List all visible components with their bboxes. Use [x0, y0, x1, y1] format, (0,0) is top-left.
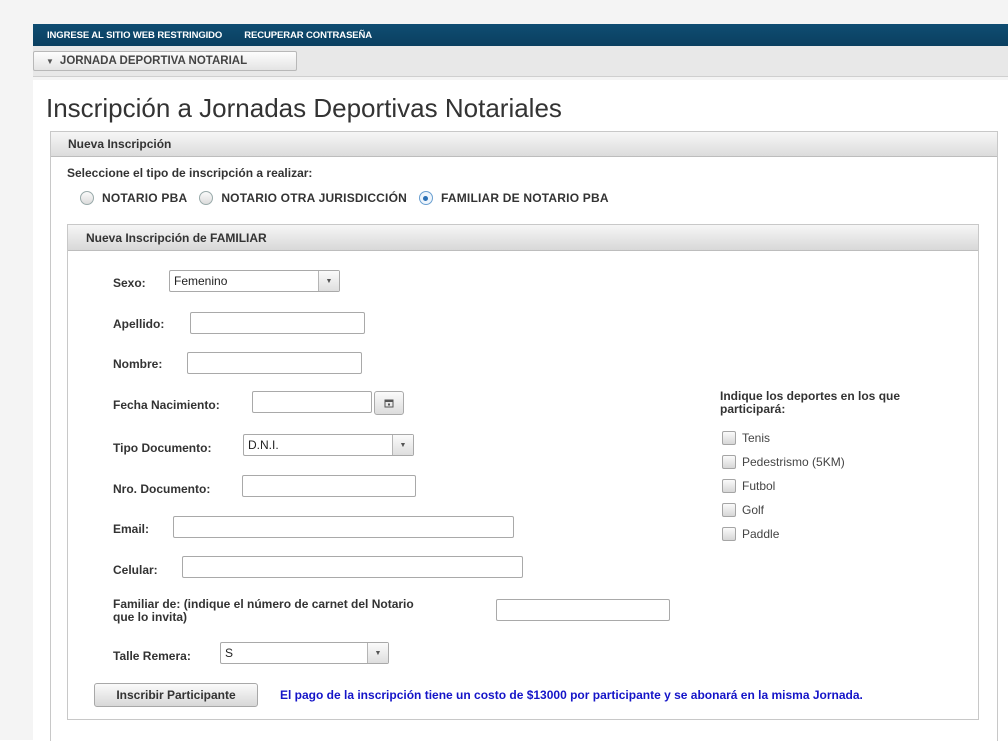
section-menu-label: JORNADA DEPORTIVA NOTARIAL [59, 55, 248, 67]
sport-checkbox[interactable] [722, 455, 736, 469]
carnet-notario-input[interactable] [496, 599, 670, 621]
chevron-down-icon[interactable]: ▼ [367, 643, 388, 663]
familiar-de-label: Familiar de: (indique el número de carne… [113, 598, 414, 624]
registration-type-prompt: Seleccione el tipo de inscripción a real… [67, 166, 313, 180]
inscribir-participante-button[interactable]: Inscribir Participante [94, 683, 258, 707]
familiar-de-label-line-2: que lo invita) [113, 610, 188, 624]
tipo-documento-label: Tipo Documento: [113, 441, 212, 455]
page-title: Inscripción a Jornadas Deportivas Notari… [46, 93, 562, 123]
payment-note: El pago de la inscripción tiene un costo… [280, 688, 863, 702]
sport-option-pedestrismo[interactable]: Pedestrismo (5KM) [722, 455, 845, 469]
nombre-label: Nombre: [113, 357, 163, 371]
email-label: Email: [113, 522, 150, 536]
sport-label: Pedestrismo (5KM) [742, 455, 845, 469]
nro-documento-label: Nro. Documento: [113, 482, 211, 496]
apellido-input[interactable] [190, 312, 365, 334]
radio-label-familiar-notario-pba[interactable]: FAMILIAR DE NOTARIO PBA [441, 191, 609, 205]
top-nav-bar: INGRESE AL SITIO WEB RESTRINGIDO RECUPER… [33, 24, 1008, 46]
sport-checkbox[interactable] [722, 479, 736, 493]
sport-option-futbol[interactable]: Futbol [722, 479, 775, 493]
sport-label: Futbol [742, 479, 776, 493]
apellido-label: Apellido: [113, 317, 165, 331]
fecha-nacimiento-label: Fecha Nacimiento: [113, 398, 220, 412]
sport-label: Paddle [742, 527, 780, 541]
chevron-down-icon[interactable]: ▼ [318, 271, 339, 291]
restricted-site-link[interactable]: INGRESE AL SITIO WEB RESTRINGIDO [47, 30, 222, 41]
tipo-documento-selected-value: D.N.I. [248, 438, 279, 452]
sport-checkbox[interactable] [722, 503, 736, 517]
recover-password-link[interactable]: RECUPERAR CONTRASEÑA [244, 30, 372, 41]
tipo-documento-select[interactable]: D.N.I. ▼ [243, 434, 414, 456]
radio-label-notario-pba[interactable]: NOTARIO PBA [102, 191, 187, 205]
registration-panel-header: Nueva Inscripción [51, 132, 997, 157]
fecha-nacimiento-input[interactable] [252, 391, 372, 413]
content-area: INGRESE AL SITIO WEB RESTRINGIDO RECUPER… [0, 0, 1008, 741]
sport-option-golf[interactable]: Golf [722, 503, 764, 517]
sexo-selected-value: Femenino [174, 274, 228, 288]
celular-input[interactable] [182, 556, 523, 578]
sexo-select[interactable]: Femenino ▼ [169, 270, 340, 292]
radio-familiar-notario-pba[interactable] [418, 191, 433, 205]
sport-checkbox[interactable] [722, 431, 736, 445]
talle-remera-selected-value: S [225, 646, 234, 660]
section-menu-button[interactable]: ▼ JORNADA DEPORTIVA NOTARIAL [33, 51, 297, 71]
nro-documento-input[interactable] [242, 475, 416, 497]
radio-notario-otra-jurisdiccion[interactable] [199, 191, 214, 205]
sport-checkbox[interactable] [722, 527, 736, 541]
talle-remera-select[interactable]: S ▼ [220, 642, 389, 664]
sport-label: Golf [742, 503, 765, 517]
radio-label-notario-otra-jurisdiccion[interactable]: NOTARIO OTRA JURISDICCIÓN [221, 191, 407, 205]
talle-remera-label: Talle Remera: [113, 649, 191, 663]
email-input[interactable] [173, 516, 514, 538]
caret-down-icon: ▼ [46, 56, 54, 66]
sports-title-line-2: participará: [720, 402, 786, 416]
sports-title: Indique los deportes en los que particip… [720, 390, 940, 416]
sport-option-tenis[interactable]: Tenis [722, 431, 770, 445]
sexo-label: Sexo: [113, 276, 146, 290]
sub-nav-bar: ▼ JORNADA DEPORTIVA NOTARIAL [33, 46, 1008, 77]
calendar-icon [384, 399, 394, 408]
nombre-input[interactable] [187, 352, 362, 374]
radio-notario-pba[interactable] [80, 191, 94, 205]
sport-label: Tenis [742, 431, 771, 445]
family-registration-form: Nueva Inscripción de FAMILIAR [67, 224, 979, 720]
chevron-down-icon[interactable]: ▼ [392, 435, 413, 455]
sport-option-paddle[interactable]: Paddle [722, 527, 779, 541]
registration-type-radio-group: NOTARIO PBA NOTARIO OTRA JURISDICCIÓN FA… [80, 191, 621, 205]
celular-label: Celular: [113, 563, 158, 577]
calendar-button[interactable] [374, 391, 404, 415]
family-form-header: Nueva Inscripción de FAMILIAR [68, 225, 978, 251]
